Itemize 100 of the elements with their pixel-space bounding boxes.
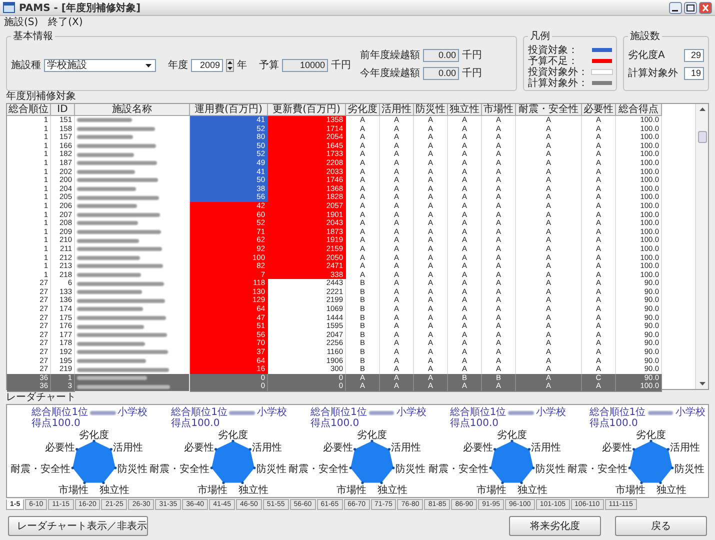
blurred-text: [77, 307, 143, 312]
facility-type-dropdown[interactable]: 学校施設: [44, 58, 156, 72]
blurred-text: [77, 358, 146, 363]
group-title: 基本情報: [12, 30, 54, 43]
axis-label: 活用性: [392, 442, 422, 454]
axis-label: 防災性: [535, 464, 566, 475]
chart-title: 小学校: [257, 407, 288, 418]
chart-title: 小学校: [536, 407, 566, 418]
blurred-text: [77, 376, 147, 380]
unit-label: 千円: [462, 66, 482, 80]
axis-label: 市場性: [476, 484, 506, 495]
axis-label: 独立性: [656, 484, 687, 495]
axis-label: 必要性: [44, 442, 74, 454]
axis-label: 防災性: [117, 464, 148, 475]
carryover-field: 0.00: [423, 48, 459, 62]
axis-label: 活用性: [112, 442, 143, 454]
chart-title: 総合順位1位: [450, 407, 506, 418]
axis-label: 耐震・安全性: [568, 464, 628, 475]
chart-score: 得点100.0: [30, 418, 82, 429]
blurred-text: [77, 118, 132, 122]
blurred-text: [90, 410, 116, 414]
chart-title: 総合順位1位: [310, 407, 367, 418]
axis-label: 必要性: [323, 442, 354, 454]
minimize-icon[interactable]: [669, 2, 682, 14]
field-label: 年度: [168, 58, 188, 72]
axis-label: 必要性: [602, 442, 632, 454]
axis-label: 独立性: [517, 484, 548, 495]
action-button[interactable]: レーダチャート表示／非表示: [8, 516, 148, 536]
axis-label: 独立性: [99, 484, 130, 495]
action-button[interactable]: 戻る: [615, 516, 707, 536]
chart-score: 得点100.0: [309, 418, 360, 429]
close-icon[interactable]: [699, 2, 712, 14]
section-title: レーダチャート: [6, 392, 77, 404]
year-field[interactable]: 2009: [191, 58, 223, 72]
axis-label: 耐震・安全性: [150, 464, 210, 475]
count-field: 19: [684, 66, 704, 80]
blurred-text: [77, 221, 138, 226]
axis-label: 市場性: [58, 484, 88, 495]
app-icon: [3, 2, 15, 13]
axis-label: 劣化度: [496, 430, 527, 441]
carryover-field: 0.00: [423, 66, 459, 80]
chart-title: 小学校: [396, 407, 426, 418]
chart-title: 小学校: [118, 407, 148, 418]
blurred-text: [77, 170, 135, 174]
unit-label: 千円: [462, 48, 482, 62]
chart-title: 小学校: [675, 407, 706, 418]
action-button[interactable]: 将来劣化度: [509, 516, 601, 536]
blurred-text: [77, 324, 144, 329]
blurred-text: [77, 290, 142, 294]
blurred-text: [77, 204, 137, 208]
blurred-text: [77, 256, 140, 260]
axis-label: 必要性: [462, 442, 493, 454]
axis-label: 耐震・安全性: [428, 464, 488, 475]
legend-label: 予算不足：: [528, 55, 578, 66]
field-label: 前年度繰越額: [360, 48, 420, 62]
chart-title: 総合順位1位: [32, 407, 88, 418]
axis-label: 市場性: [198, 484, 228, 495]
axis-label: 活用性: [252, 442, 282, 454]
chart-score: 得点100.0: [448, 418, 500, 429]
axis-label: 耐震・安全性: [289, 464, 350, 475]
blurred-text: [648, 410, 674, 414]
axis-label: 防災性: [396, 464, 426, 475]
maximize-icon[interactable]: [684, 2, 697, 14]
axis-label: 耐震・安全性: [10, 464, 70, 475]
count-field: 29: [684, 48, 704, 62]
field-label: 施設種: [11, 58, 41, 72]
axis-label: 劣化度: [636, 430, 666, 441]
blurred-text: [77, 272, 141, 277]
axis-label: 防災性: [674, 464, 705, 475]
axis-label: 劣化度: [218, 430, 248, 441]
blurred-text: [77, 135, 133, 140]
chart-score: 得点100.0: [170, 418, 221, 429]
chart-title: 総合順位1位: [171, 407, 228, 418]
blurred-text: [77, 152, 134, 157]
axis-label: 独立性: [378, 484, 408, 495]
axis-label: 独立性: [238, 484, 269, 495]
field-label: 予算: [259, 59, 279, 72]
unit-label: 年: [237, 59, 247, 72]
unit-label: 千円: [331, 58, 351, 72]
axis-label: 劣化度: [78, 430, 109, 441]
window-title: PAMS - [年度別補修対象]: [19, 1, 142, 14]
menu-item[interactable]: 施設(S): [4, 16, 38, 28]
blurred-text: [77, 238, 139, 243]
axis-label: 劣化度: [357, 430, 388, 441]
axis-label: 必要性: [184, 442, 214, 454]
axis-label: 市場性: [336, 484, 367, 495]
legend-label: 投資対象：: [528, 44, 578, 56]
blurred-text: [229, 410, 256, 414]
scroll-thumb[interactable]: [698, 131, 706, 143]
legend-label: 計算対象外：: [528, 77, 588, 90]
group-title: 施設数: [629, 30, 661, 43]
chart-title: 総合順位1位: [589, 407, 646, 418]
menu-item[interactable]: 終了(X): [48, 16, 83, 28]
axis-label: 防災性: [256, 464, 286, 475]
axis-label: 市場性: [616, 484, 646, 495]
field-label: 今年度繰越額: [360, 66, 420, 80]
axis-label: 活用性: [670, 442, 700, 454]
group-title: 凡例: [529, 30, 551, 43]
scrollbar[interactable]: [695, 104, 708, 389]
spinner-icon[interactable]: [226, 58, 234, 72]
